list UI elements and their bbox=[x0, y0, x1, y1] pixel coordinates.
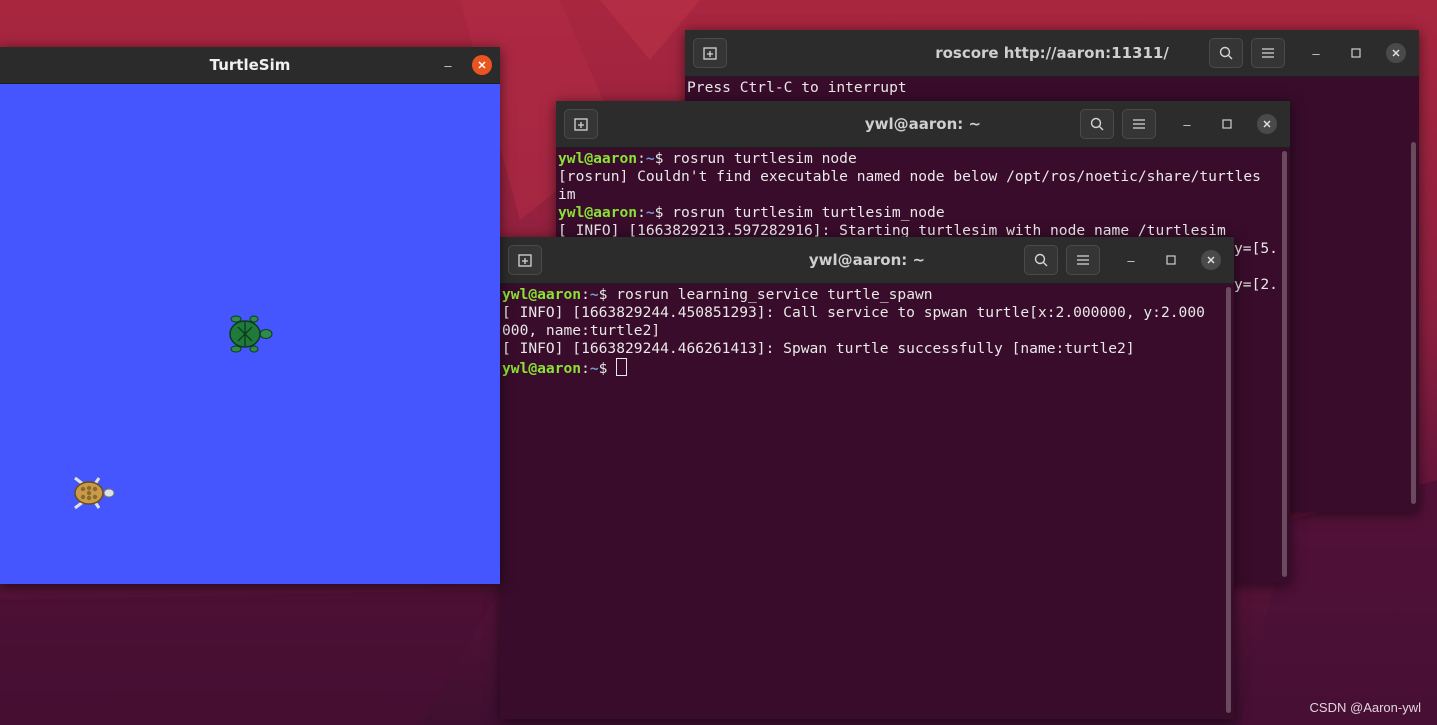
close-icon bbox=[1207, 256, 1215, 264]
turtle-icon bbox=[229, 315, 273, 353]
titlebar[interactable]: ywl@aaron: ~ – bbox=[500, 237, 1234, 284]
menu-button[interactable] bbox=[1122, 109, 1156, 139]
hamburger-menu-icon bbox=[1133, 119, 1145, 129]
prompt-user: ywl@aaron bbox=[502, 286, 582, 303]
prompt-path: ~ bbox=[645, 204, 655, 221]
titlebar[interactable]: TurtleSim – bbox=[0, 47, 500, 84]
minimize-icon: – bbox=[1183, 116, 1191, 132]
maximize-icon bbox=[1222, 119, 1232, 129]
terminal-line: [ INFO] [1663829244.450851293]: Call ser… bbox=[502, 304, 1205, 321]
search-button[interactable] bbox=[1080, 109, 1114, 139]
close-button[interactable] bbox=[1386, 43, 1406, 63]
terminal-line: ywl@aaron:~$ rosrun turtlesim node bbox=[558, 150, 857, 167]
scrollbar[interactable] bbox=[1411, 142, 1416, 504]
maximize-button[interactable] bbox=[1217, 114, 1237, 134]
prompt-user: ywl@aaron bbox=[502, 360, 582, 377]
spawn-terminal-window[interactable]: ywl@aaron: ~ – ywl@aaron:~$ rosrun learn… bbox=[500, 237, 1234, 719]
prompt-user: ywl@aaron bbox=[558, 150, 638, 167]
search-icon bbox=[1034, 253, 1048, 267]
new-tab-icon bbox=[574, 118, 588, 131]
maximize-button[interactable] bbox=[1346, 43, 1366, 63]
close-icon bbox=[1263, 120, 1271, 128]
close-icon bbox=[1392, 49, 1400, 57]
maximize-icon bbox=[1351, 48, 1361, 58]
terminal-output[interactable]: ywl@aaron:~$ rosrun learning_service tur… bbox=[501, 284, 1234, 719]
window-title: TurtleSim bbox=[209, 56, 291, 74]
turtle-icon bbox=[74, 476, 115, 510]
close-button[interactable] bbox=[1201, 250, 1221, 270]
command-text: rosrun turtlesim turtlesim_node bbox=[672, 204, 945, 221]
prompt-path: ~ bbox=[589, 286, 599, 303]
text-cursor bbox=[616, 358, 628, 376]
close-icon bbox=[478, 61, 486, 69]
hamburger-menu-icon bbox=[1077, 255, 1089, 265]
search-button[interactable] bbox=[1024, 245, 1058, 275]
new-tab-button[interactable] bbox=[564, 109, 598, 139]
new-tab-icon bbox=[518, 254, 532, 267]
maximize-button[interactable] bbox=[1161, 250, 1181, 270]
close-button[interactable] bbox=[1257, 114, 1277, 134]
search-icon bbox=[1090, 117, 1104, 131]
terminal-line: im bbox=[558, 186, 576, 203]
command-text: rosrun learning_service turtle_spawn bbox=[616, 286, 933, 303]
menu-button[interactable] bbox=[1066, 245, 1100, 275]
turtlesim-canvas[interactable] bbox=[0, 84, 500, 584]
terminal-line: ywl@aaron:~$ bbox=[502, 358, 1234, 378]
minimize-button[interactable]: – bbox=[1121, 250, 1141, 270]
terminal-line: [rosrun] Couldn't find executable named … bbox=[558, 168, 1261, 185]
minimize-button[interactable]: – bbox=[1306, 43, 1326, 63]
minimize-button[interactable]: – bbox=[438, 55, 458, 75]
minimize-icon: – bbox=[1127, 252, 1135, 268]
search-button[interactable] bbox=[1209, 38, 1243, 68]
titlebar[interactable]: ywl@aaron: ~ – bbox=[556, 101, 1290, 148]
prompt-path: ~ bbox=[645, 150, 655, 167]
terminal-line: ywl@aaron:~$ rosrun turtlesim turtlesim_… bbox=[558, 204, 945, 221]
menu-button[interactable] bbox=[1251, 38, 1285, 68]
minimize-icon: – bbox=[1312, 45, 1320, 61]
new-tab-button[interactable] bbox=[508, 245, 542, 275]
prompt-user: ywl@aaron bbox=[558, 204, 638, 221]
terminal-line: [ INFO] [1663829244.466261413]: Spwan tu… bbox=[502, 340, 1135, 357]
scrollbar[interactable] bbox=[1282, 151, 1287, 577]
titlebar[interactable]: roscore http://aaron:11311/ – bbox=[685, 30, 1419, 77]
terminal-line: 000, name:turtle2] bbox=[502, 322, 661, 339]
prompt-path: ~ bbox=[589, 360, 599, 377]
minimize-icon: – bbox=[444, 57, 452, 73]
hamburger-menu-icon bbox=[1262, 48, 1274, 58]
new-tab-button[interactable] bbox=[693, 38, 727, 68]
terminal-line: ywl@aaron:~$ rosrun learning_service tur… bbox=[502, 286, 933, 303]
close-button[interactable] bbox=[472, 55, 492, 75]
terminal-line: Press Ctrl-C to interrupt bbox=[687, 79, 907, 96]
minimize-button[interactable]: – bbox=[1177, 114, 1197, 134]
new-tab-icon bbox=[703, 47, 717, 60]
turtlesim-window[interactable]: TurtleSim – bbox=[0, 47, 500, 584]
search-icon bbox=[1219, 46, 1233, 60]
scrollbar[interactable] bbox=[1226, 287, 1231, 713]
command-text: rosrun turtlesim node bbox=[672, 150, 857, 167]
watermark: CSDN @Aaron-ywl bbox=[1309, 700, 1421, 715]
maximize-icon bbox=[1166, 255, 1176, 265]
